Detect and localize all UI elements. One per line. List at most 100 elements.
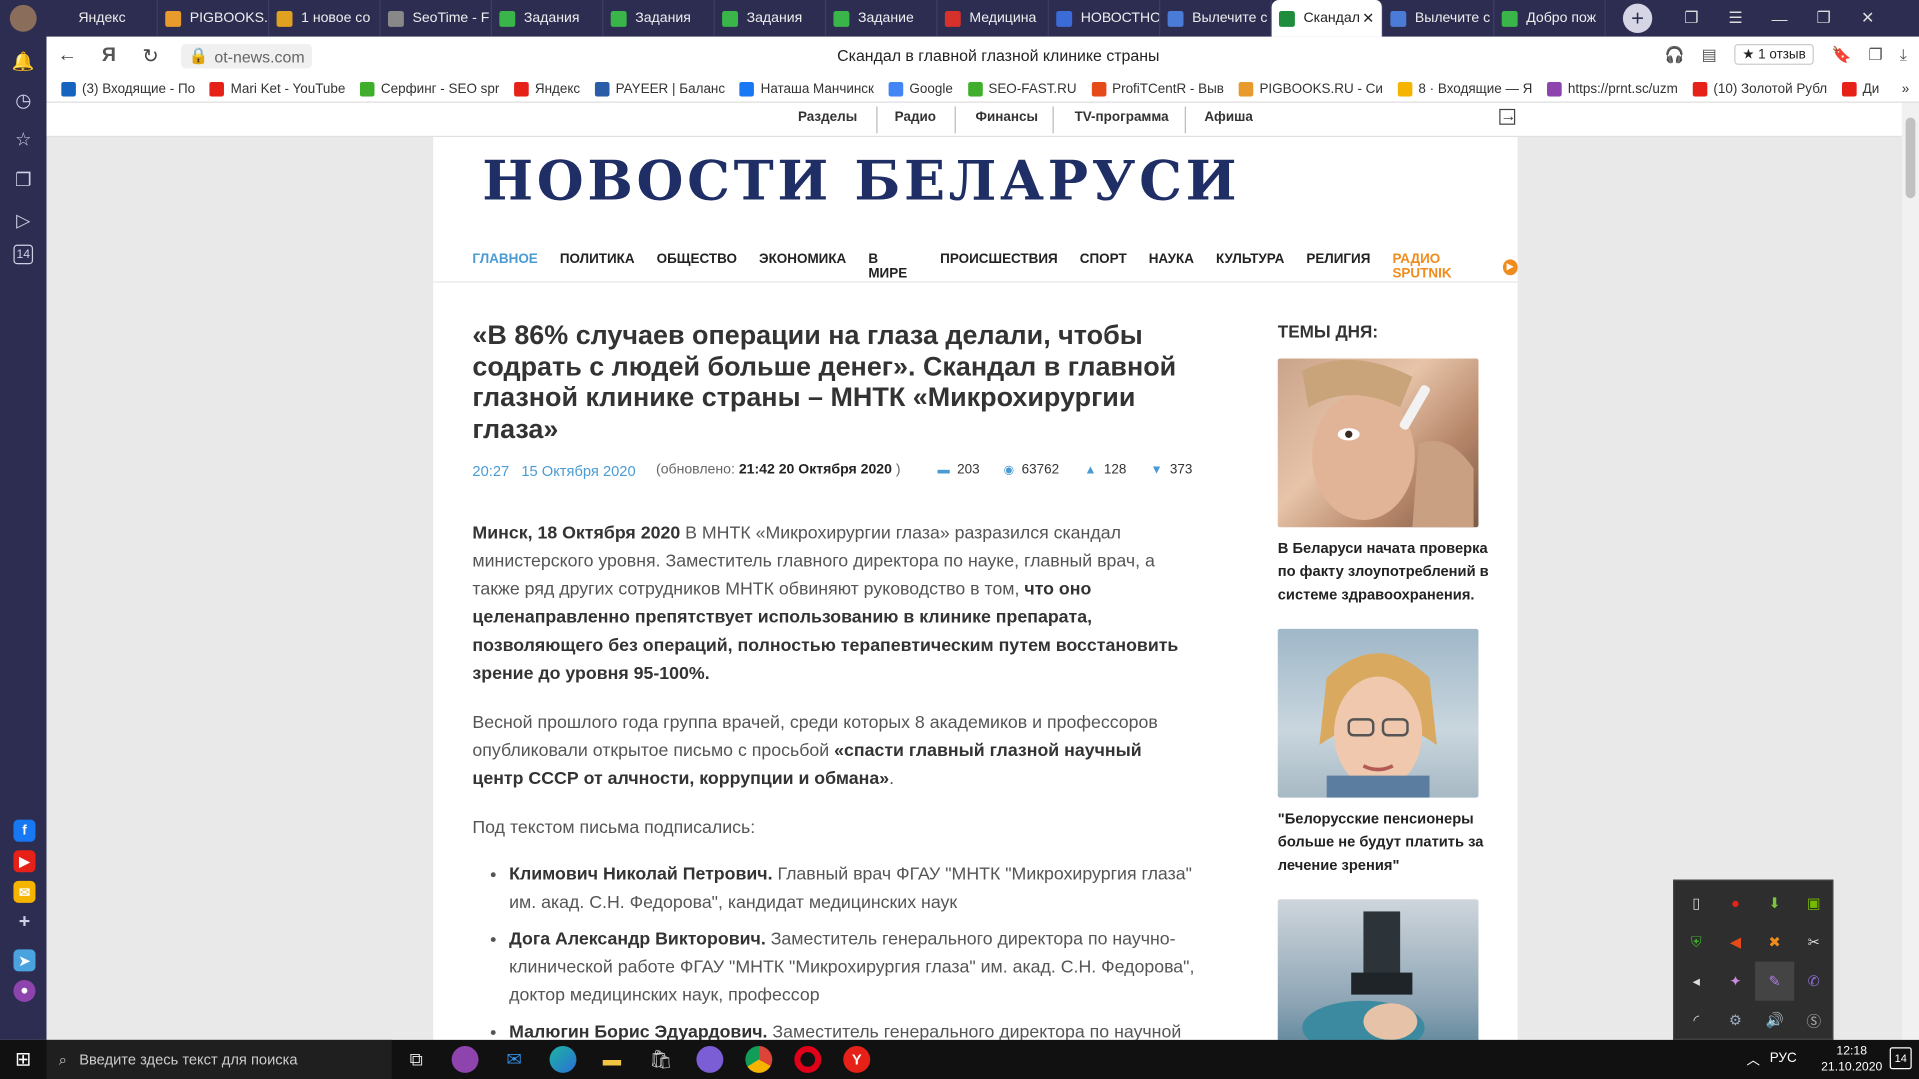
bookmark-item[interactable]: SEO-FAST.RU — [967, 81, 1077, 97]
main-nav-item[interactable]: ПОЛИТИКА — [560, 252, 635, 281]
top-nav-finance[interactable]: Финансы — [975, 110, 1038, 125]
sound-mute-icon[interactable]: ◂ — [1677, 962, 1716, 1001]
bookmark-item[interactable]: Ди — [1841, 81, 1879, 97]
screenshot-icon[interactable]: ✂ — [1794, 922, 1833, 961]
collections-button-icon[interactable]: ❐ — [1868, 45, 1882, 65]
clock[interactable]: 12:18 21.10.2020 — [1821, 1044, 1882, 1076]
headphones-icon[interactable]: 🎧 — [1665, 45, 1685, 65]
yandex-logo-icon[interactable]: Я — [88, 45, 130, 67]
site-logo[interactable]: НОВОСТИ БЕЛАРУСИ — [482, 150, 1240, 212]
volume-icon[interactable]: 🔊 — [1755, 1001, 1794, 1040]
page-scrollbar[interactable] — [1901, 102, 1919, 1040]
browser-tab[interactable]: Яндекс — [47, 0, 158, 37]
downloads-icon[interactable]: ⤓ — [1900, 45, 1907, 65]
chrome-icon[interactable] — [734, 1040, 783, 1079]
bookmark-item[interactable]: Наташа Манчинск — [739, 81, 874, 97]
top-nav-afisha[interactable]: Афиша — [1204, 110, 1252, 125]
browser-tab[interactable]: Задание — [826, 0, 938, 37]
windows-start-icon[interactable]: ⊞ — [0, 1040, 47, 1079]
main-nav-item[interactable]: КУЛЬТУРА — [1216, 252, 1284, 281]
bookmark-item[interactable]: ProfiTCentR - Выв — [1091, 81, 1224, 97]
bookmark-item[interactable]: https://prnt.sc/uzm — [1547, 81, 1678, 97]
top-nav-radio[interactable]: Радио — [895, 110, 936, 125]
back-arrow-icon[interactable]: ← — [47, 45, 89, 67]
bookmarks-overflow-icon[interactable]: » — [1902, 81, 1909, 96]
top-nav-tv[interactable]: TV-программа — [1075, 110, 1169, 125]
steam-icon[interactable]: ⚙ — [1716, 1001, 1755, 1040]
collections-icon[interactable]: ❐ — [9, 165, 38, 194]
profile-avatar[interactable] — [9, 4, 37, 32]
main-nav-item[interactable]: ОБЩЕСТВО — [657, 252, 737, 281]
top-nav-sections[interactable]: Разделы — [798, 110, 857, 125]
new-tab-button[interactable]: + — [1622, 3, 1653, 34]
download-tray-icon[interactable]: ⬇ — [1755, 883, 1794, 922]
bookmark-item[interactable]: 8 · Входящие — Я — [1397, 81, 1532, 97]
youtube-icon[interactable]: ▶ — [13, 850, 36, 873]
task-view-icon[interactable]: ⧉ — [392, 1040, 441, 1079]
browser-tab[interactable]: Вылечите с — [1383, 0, 1495, 37]
main-nav-item[interactable]: ПРОИСШЕСТВИЯ — [940, 252, 1058, 281]
wifi-icon[interactable]: ◜ — [1677, 1001, 1716, 1040]
language-indicator[interactable]: РУС — [1770, 1051, 1797, 1066]
main-nav-item[interactable]: СПОРТ — [1080, 252, 1127, 281]
mail-taskbar-icon[interactable]: ✉ — [490, 1040, 539, 1079]
radio-sputnik-link[interactable]: РАДИО SPUTNIK ▶ — [1392, 252, 1518, 281]
reader-mode-icon[interactable]: ▤ — [1702, 45, 1717, 65]
bookmark-item[interactable]: PAYEER | Баланс — [594, 81, 725, 97]
bookmark-icon[interactable]: 🔖 — [1831, 45, 1851, 65]
usb-icon[interactable]: ▯ — [1677, 883, 1716, 922]
browser-tab[interactable]: Скандал ✕ — [1271, 0, 1384, 37]
browser-tab[interactable]: SeoTime - F — [381, 0, 493, 37]
main-nav-item[interactable]: РЕЛИГИЯ — [1306, 252, 1370, 281]
tabs-menu-icon[interactable]: ❐ — [1669, 0, 1713, 37]
tray-expand-chevron-icon[interactable]: ︿ — [1747, 1050, 1760, 1070]
browser-tab[interactable]: НОВОСТНО — [1049, 0, 1161, 37]
bookmark-item[interactable]: PIGBOOKS.RU - Си — [1238, 81, 1383, 97]
bookmark-item[interactable]: Google — [888, 81, 953, 97]
browser-tab[interactable]: 1 новое со — [269, 0, 381, 37]
media-play-icon[interactable]: ▷ — [9, 206, 38, 235]
facebook-icon[interactable]: f — [13, 819, 36, 842]
yandex-browser-tray-icon[interactable]: ● — [1716, 883, 1755, 922]
taskbar-search-field[interactable]: ⌕ Введите здесь текст для поиска — [46, 1039, 392, 1079]
speaker-red-icon[interactable]: ◀ — [1716, 922, 1755, 961]
topic-image-eye-surgery[interactable] — [1277, 899, 1479, 1040]
bookmark-item[interactable]: (10) Золотой Рубл — [1692, 81, 1827, 97]
opera-icon[interactable] — [783, 1040, 832, 1079]
comments-count[interactable]: ▬ 203 — [938, 462, 980, 477]
main-nav-item[interactable]: ГЛАВНОЕ — [472, 252, 537, 281]
store-icon[interactable]: 🛍 — [636, 1040, 685, 1079]
edge-icon[interactable] — [539, 1040, 588, 1079]
mail-icon[interactable]: ✉ — [13, 880, 36, 903]
yandex-browser-icon[interactable]: Y — [832, 1040, 881, 1079]
app-orange-icon[interactable]: ✖ — [1755, 922, 1794, 961]
url-field[interactable]: 🔒 ot-news.com — [181, 44, 312, 69]
maximize-icon[interactable]: ❐ — [1802, 0, 1846, 37]
messenger-icon[interactable]: ➤ — [13, 949, 36, 972]
login-icon[interactable]: → — [1499, 108, 1516, 125]
app-tray-icon[interactable]: ✦ — [1716, 962, 1755, 1001]
topic-image-woman-glasses[interactable] — [1277, 628, 1479, 798]
topic-item[interactable]: В Беларуси начата проверка по факту злоу… — [1277, 358, 1498, 607]
topic-item[interactable] — [1277, 899, 1498, 1040]
bookmark-item[interactable]: Mari Ket - YouTube — [209, 81, 345, 97]
skype-icon[interactable]: Ⓢ — [1794, 1001, 1833, 1040]
browser-tab[interactable]: Задания — [715, 0, 827, 37]
alice-taskbar-icon[interactable] — [441, 1040, 490, 1079]
tab-close-icon[interactable]: ✕ — [1362, 10, 1374, 27]
history-clock-icon[interactable]: ◷ — [9, 86, 38, 115]
lightshot-icon[interactable]: ✎ — [1755, 961, 1795, 1001]
add-app-icon[interactable]: + — [13, 911, 35, 933]
browser-tab[interactable]: Задания — [492, 0, 604, 37]
file-explorer-icon[interactable]: ▬ — [587, 1040, 636, 1079]
nvidia-icon[interactable]: ▣ — [1794, 883, 1833, 922]
topic-item[interactable]: "Белорусские пенсионеры больше не будут … — [1277, 628, 1498, 877]
bookmark-item[interactable]: Яндекс — [514, 81, 580, 97]
notifications-icon[interactable]: 14 — [1889, 1047, 1912, 1070]
main-nav-item[interactable]: НАУКА — [1149, 252, 1194, 281]
alice-assistant-icon[interactable]: ● — [13, 979, 36, 1002]
topic-caption[interactable]: В Беларуси начата проверка по факту злоу… — [1278, 537, 1496, 607]
viber-tray-icon[interactable]: ✆ — [1794, 962, 1833, 1001]
favorites-star-icon[interactable]: ☆ — [9, 125, 38, 154]
main-nav-item[interactable]: ЭКОНОМИКА — [759, 252, 846, 281]
